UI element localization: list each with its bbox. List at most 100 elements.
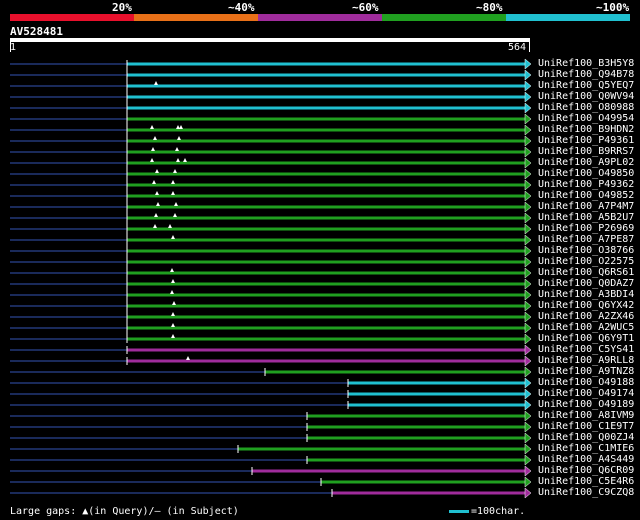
hit-row[interactable] (10, 157, 532, 169)
hit-label[interactable]: UniRef100_Q6CR09 (538, 466, 634, 476)
hit-label[interactable]: UniRef100_B9HDN2 (538, 125, 634, 135)
hit-label[interactable]: UniRef100_O49852 (538, 191, 634, 201)
query-gap-marker (155, 169, 159, 173)
hit-arrow (524, 322, 532, 334)
hit-row[interactable] (10, 256, 532, 268)
hit-row[interactable] (10, 278, 532, 290)
hit-label[interactable]: UniRef100_P49361 (538, 136, 634, 146)
hit-row[interactable] (10, 102, 532, 114)
hit-row[interactable] (10, 465, 532, 477)
hit-row[interactable] (10, 443, 532, 455)
hit-row[interactable] (10, 322, 532, 334)
hit-row[interactable] (10, 234, 532, 246)
hit-row[interactable] (10, 399, 532, 411)
hit-row[interactable] (10, 190, 532, 202)
hit-arrow (524, 399, 532, 411)
hit-row[interactable] (10, 377, 532, 389)
hit-row[interactable] (10, 344, 532, 356)
query-gap-marker (171, 312, 175, 316)
hit-row[interactable] (10, 168, 532, 180)
query-gap-marker (173, 213, 177, 217)
hit-label[interactable]: UniRef100_A5B2U7 (538, 213, 634, 223)
hit-label[interactable]: UniRef100_C1E9T7 (538, 422, 634, 432)
hit-label[interactable]: UniRef100_A4S449 (538, 455, 634, 465)
query-gap-marker (179, 125, 183, 129)
hit-label[interactable]: UniRef100_P26969 (538, 224, 634, 234)
hit-label[interactable]: UniRef100_O80988 (538, 103, 634, 113)
hit-row[interactable] (10, 410, 532, 422)
hit-row[interactable] (10, 311, 532, 323)
hit-label[interactable]: UniRef100_O49954 (538, 114, 634, 124)
hit-arrow (524, 289, 532, 301)
hit-label[interactable]: UniRef100_Q94B78 (538, 70, 634, 80)
hit-row[interactable] (10, 146, 532, 158)
hit-arrow (524, 69, 532, 81)
hit-label[interactable]: UniRef100_C9CZQ8 (538, 488, 634, 498)
query-gap-marker (171, 279, 175, 283)
hit-label[interactable]: UniRef100_O49850 (538, 169, 634, 179)
hit-label[interactable]: UniRef100_O49188 (538, 378, 634, 388)
hit-row[interactable] (10, 223, 532, 235)
hit-label[interactable]: UniRef100_C5YS41 (538, 345, 634, 355)
hit-row[interactable] (10, 135, 532, 147)
query-gap-marker (186, 356, 190, 360)
hit-row[interactable] (10, 124, 532, 136)
hit-row[interactable] (10, 201, 532, 213)
hit-label[interactable]: UniRef100_A9RLL8 (538, 356, 634, 366)
query-gap-marker (174, 202, 178, 206)
hit-row[interactable] (10, 267, 532, 279)
hit-row[interactable] (10, 300, 532, 312)
hit-arrow (524, 421, 532, 433)
hit-row[interactable] (10, 91, 532, 103)
hit-row[interactable] (10, 80, 532, 92)
hit-row[interactable] (10, 454, 532, 466)
hit-row[interactable] (10, 69, 532, 81)
hit-row[interactable] (10, 366, 532, 378)
hit-arrow (524, 410, 532, 422)
hit-row[interactable] (10, 245, 532, 257)
hit-label[interactable]: UniRef100_P49362 (538, 180, 634, 190)
hit-label[interactable]: UniRef100_Q0DAZ7 (538, 279, 634, 289)
hit-row[interactable] (10, 212, 532, 224)
query-gap-marker (152, 180, 156, 184)
hit-arrow (524, 201, 532, 213)
hit-label[interactable]: UniRef100_A9PL02 (538, 158, 634, 168)
hit-label[interactable]: UniRef100_Q00ZJ4 (538, 433, 634, 443)
hit-row[interactable] (10, 476, 532, 488)
hit-row[interactable] (10, 179, 532, 191)
hit-label[interactable]: UniRef100_B9RRS7 (538, 147, 634, 157)
hit-label[interactable]: UniRef100_A7P4M7 (538, 202, 634, 212)
hit-label[interactable]: UniRef100_Q6Y9T1 (538, 334, 634, 344)
query-gap-marker (177, 136, 181, 140)
hit-label[interactable]: UniRef100_A3BDI4 (538, 290, 634, 300)
hit-row[interactable] (10, 289, 532, 301)
hit-arrow (524, 278, 532, 290)
hit-label[interactable]: UniRef100_O49189 (538, 400, 634, 410)
hit-row[interactable] (10, 432, 532, 444)
hit-label[interactable]: UniRef100_O49174 (538, 389, 634, 399)
hit-label[interactable]: UniRef100_B3H5Y8 (538, 59, 634, 69)
hit-label[interactable]: UniRef100_Q6RS61 (538, 268, 634, 278)
hit-label[interactable]: UniRef100_Q5YEQ7 (538, 81, 634, 91)
hit-row[interactable] (10, 58, 532, 70)
hit-label[interactable]: UniRef100_A8IVM9 (538, 411, 634, 421)
hit-label[interactable]: UniRef100_C1MIE6 (538, 444, 634, 454)
hit-label[interactable]: UniRef100_O22575 (538, 257, 634, 267)
hit-row[interactable] (10, 487, 532, 499)
hit-arrow (524, 179, 532, 191)
footer-legend: Large gaps: ▲(in Query)/— (in Subject) (10, 506, 239, 517)
hit-row[interactable] (10, 113, 532, 125)
hit-label[interactable]: UniRef100_Q6YX42 (538, 301, 634, 311)
hit-row[interactable] (10, 333, 532, 345)
hit-row[interactable] (10, 388, 532, 400)
hit-row[interactable] (10, 421, 532, 433)
hit-label[interactable]: UniRef100_C5E4R6 (538, 477, 634, 487)
hit-row[interactable] (10, 355, 532, 367)
hit-label[interactable]: UniRef100_A2ZX46 (538, 312, 634, 322)
hit-label[interactable]: UniRef100_Q0WV94 (538, 92, 634, 102)
query-gap-marker (153, 224, 157, 228)
hit-label[interactable]: UniRef100_A2WUC5 (538, 323, 634, 333)
hit-label[interactable]: UniRef100_A7PE87 (538, 235, 634, 245)
hit-label[interactable]: UniRef100_A9TNZ8 (538, 367, 634, 377)
hit-label[interactable]: UniRef100_O38766 (538, 246, 634, 256)
